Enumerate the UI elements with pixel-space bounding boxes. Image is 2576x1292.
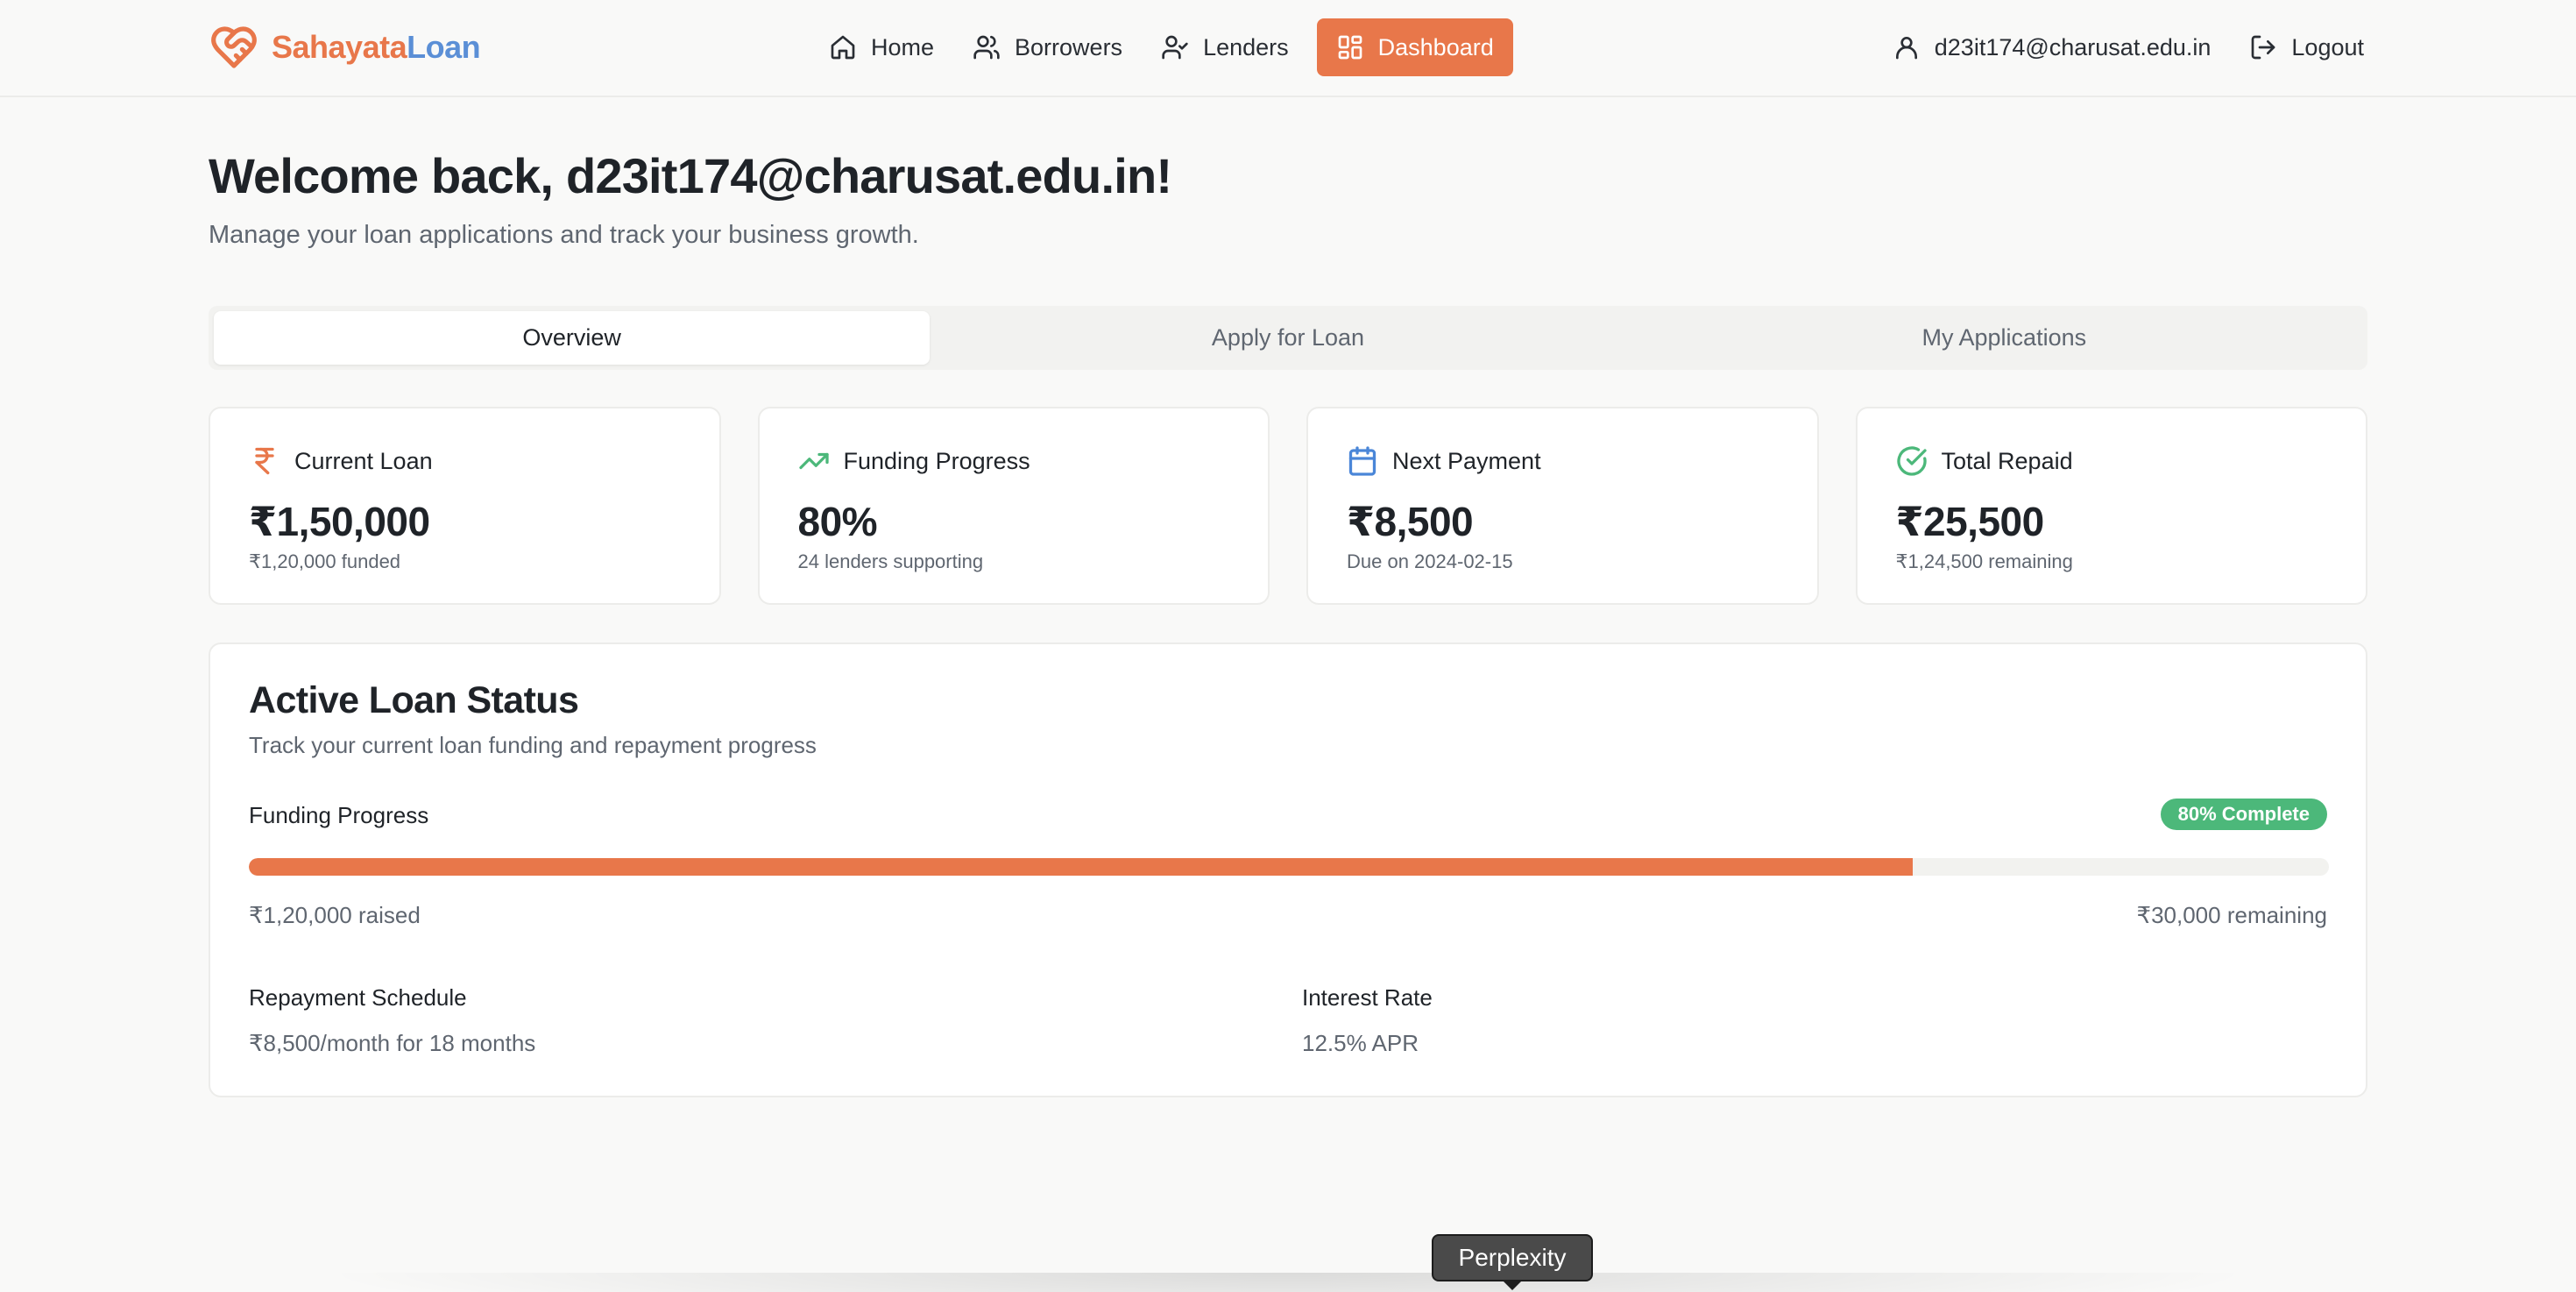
card-value: ₹25,500 (1895, 499, 2045, 544)
logout-icon (2252, 35, 2275, 60)
heart-hand-logo-icon (211, 26, 257, 68)
nav-dashboard-label: Dashboard (1377, 33, 1494, 60)
funding-progress-bar (249, 858, 2329, 876)
perplexity-tooltip: Perplexity (1432, 1234, 1593, 1281)
nav-lenders-label: Lenders (1203, 33, 1289, 60)
card-next-payment: Next Payment ₹8,500 Due on 2024-02-15 (1306, 407, 1819, 605)
nav-lenders[interactable]: Lenders (1142, 18, 1308, 76)
nav-home[interactable]: Home (810, 18, 953, 76)
card-title: Next Payment (1392, 447, 1541, 474)
card-current-loan: Current Loan ₹1,50,000 ₹1,20,000 funded (209, 407, 721, 605)
logout-label: Logout (2291, 33, 2364, 60)
card-title: Total Repaid (1941, 447, 2073, 474)
rupee-icon (255, 447, 274, 475)
card-subtext: 24 lenders supporting (797, 550, 984, 572)
users-icon (973, 35, 1000, 60)
repayment-schedule-value: ₹8,500/month for 18 months (249, 1030, 536, 1056)
card-subtext: ₹1,24,500 remaining (1895, 550, 2073, 572)
tab-my-applications[interactable]: My Applications (1646, 311, 2362, 365)
funding-progress-label: Funding Progress (249, 802, 429, 828)
dashboard-tabs: Overview Apply for Loan My Applications (209, 306, 2367, 370)
main-nav: Home Borrowers Lenders Dashboard (810, 18, 1513, 76)
section-title: Active Loan Status (249, 679, 579, 721)
page-title: Welcome back, d23it174@charusat.edu.in! (209, 148, 1172, 203)
card-title: Funding Progress (843, 447, 1030, 474)
user-menu: d23it174@charusat.edu.in Logout (1873, 18, 2383, 76)
brand-logo[interactable]: SahayataLoan (209, 21, 481, 74)
user-icon (1895, 37, 1917, 60)
nav-home-label: Home (871, 33, 935, 60)
interest-rate-label: Interest Rate (1302, 984, 1433, 1011)
funding-progress-fill (249, 858, 1914, 876)
user-check-icon (1162, 35, 1188, 60)
section-subtitle: Track your current loan funding and repa… (249, 732, 817, 758)
calendar-icon (1348, 446, 1376, 476)
brand-name: SahayataLoan (272, 29, 481, 66)
check-circle-icon (1896, 446, 1927, 476)
status-badge: 80% Complete (2160, 799, 2327, 830)
card-value: ₹1,50,000 (249, 499, 430, 544)
tab-apply-for-loan[interactable]: Apply for Loan (930, 311, 1645, 365)
trending-up-icon (798, 452, 829, 470)
top-navbar: SahayataLoan Home Borrowers Lenders Dash… (0, 0, 2576, 97)
card-subtext: Due on 2024-02-15 (1347, 550, 1513, 572)
repayment-schedule-label: Repayment Schedule (249, 984, 467, 1011)
tooltip-arrow (1502, 1280, 1523, 1290)
nav-borrowers[interactable]: Borrowers (953, 18, 1142, 76)
interest-rate-value: 12.5% APR (1302, 1030, 1419, 1056)
tab-overview[interactable]: Overview (214, 311, 931, 365)
logout-button[interactable]: Logout (2230, 18, 2383, 76)
card-subtext: ₹1,20,000 funded (249, 550, 401, 572)
page-subtitle: Manage your loan applications and track … (209, 221, 919, 249)
card-total-repaid: Total Repaid ₹25,500 ₹1,24,500 remaining (1855, 407, 2367, 605)
card-funding-progress: Funding Progress 80% 24 lenders supporti… (757, 407, 1270, 605)
nav-borrowers-label: Borrowers (1015, 33, 1123, 60)
stat-cards: Current Loan ₹1,50,000 ₹1,20,000 funded … (209, 407, 2367, 605)
active-loan-status-panel: Active Loan Status Track your current lo… (209, 642, 2367, 1097)
brand-name-part1: Sahayata (272, 29, 407, 65)
amount-remaining: ₹30,000 remaining (2136, 902, 2327, 928)
card-value: ₹8,500 (1347, 499, 1474, 544)
user-email: d23it174@charusat.edu.in (1934, 33, 2212, 60)
card-value: 80% (797, 499, 878, 544)
user-profile-link[interactable]: d23it174@charusat.edu.in (1873, 18, 2231, 76)
card-title: Current Loan (294, 447, 433, 474)
nav-dashboard[interactable]: Dashboard (1316, 18, 1513, 76)
dashboard-grid-icon (1338, 35, 1362, 60)
amount-raised: ₹1,20,000 raised (249, 902, 421, 928)
brand-name-part2: Loan (407, 29, 481, 65)
home-icon (831, 35, 855, 60)
bottom-dock-shadow (315, 1273, 2261, 1292)
